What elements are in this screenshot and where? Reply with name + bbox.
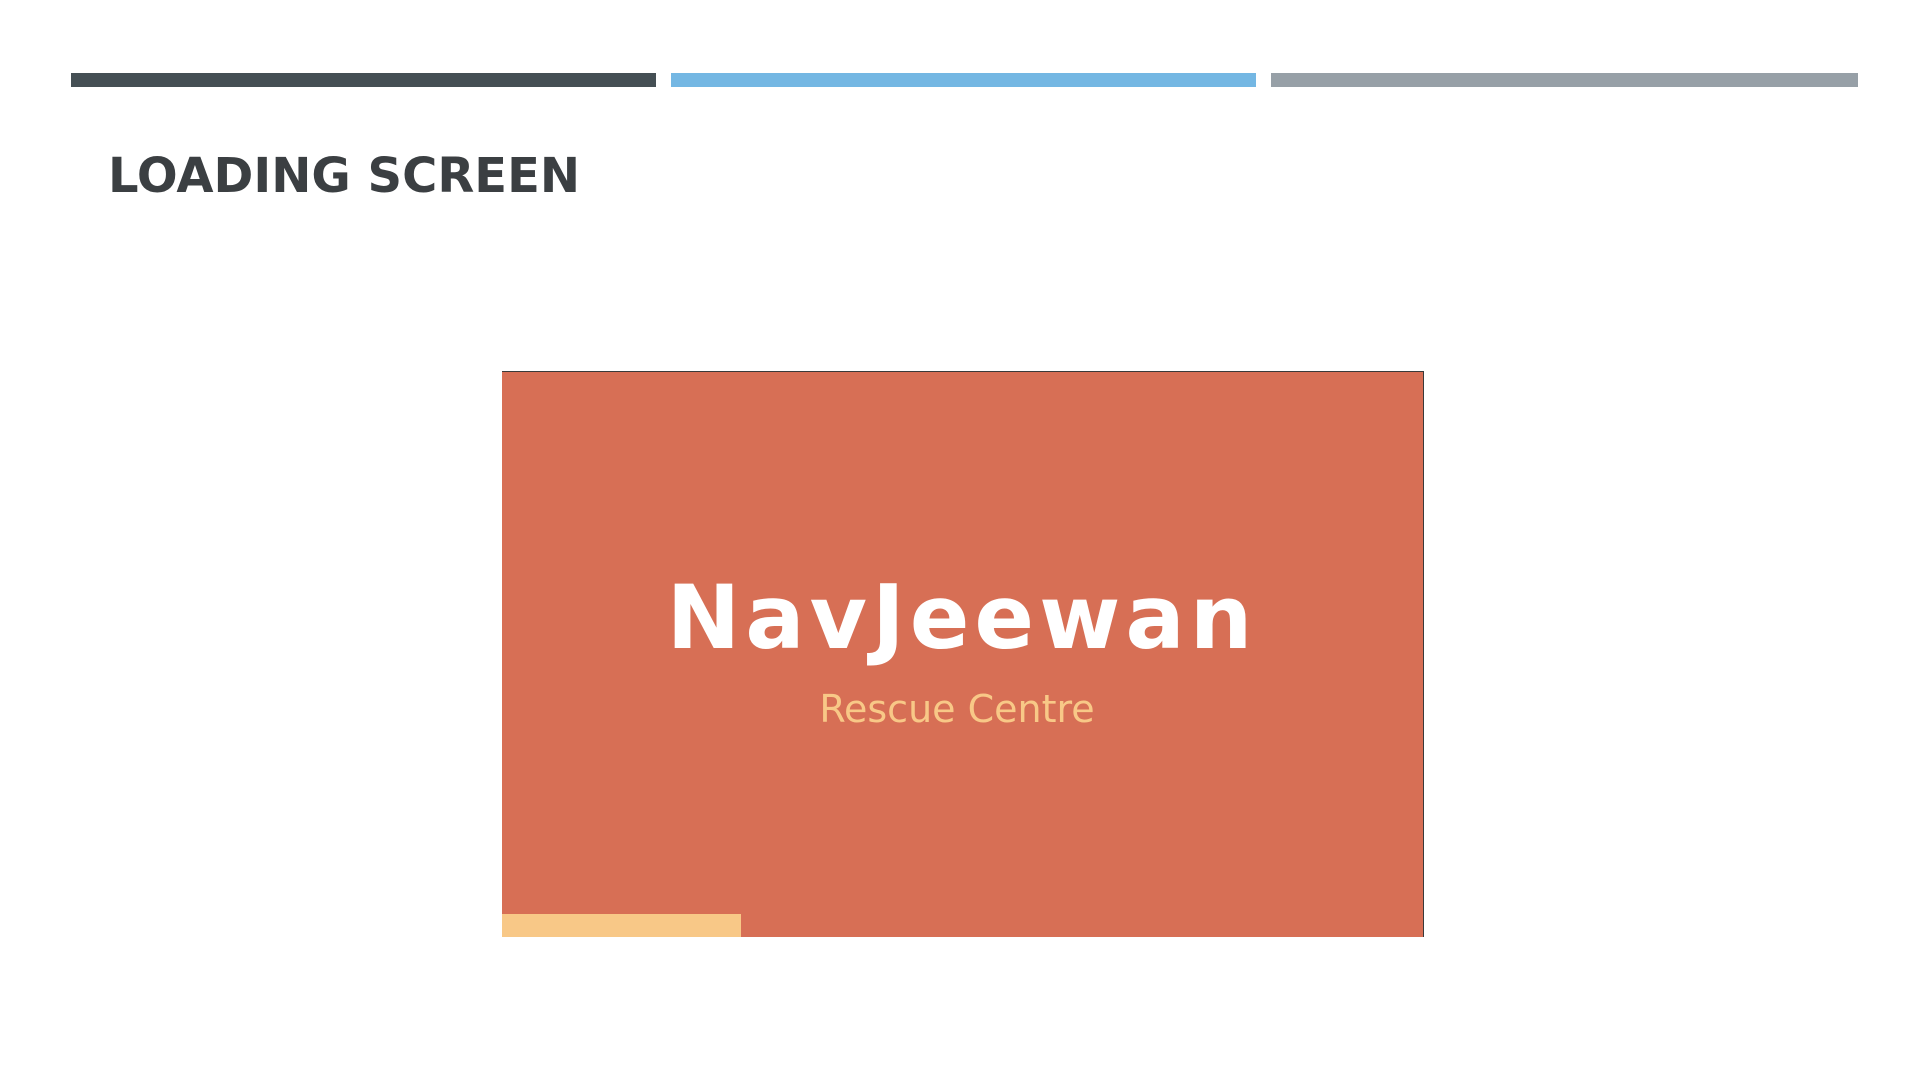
loading-screen-preview: NavJeewan Rescue Centre — [502, 371, 1424, 937]
app-name: NavJeewan — [666, 566, 1258, 669]
loading-progress-bar — [502, 914, 1423, 937]
loading-progress-fill — [502, 914, 742, 937]
accent-bar-blue — [671, 73, 1256, 87]
slide-title: LOADING SCREEN — [108, 148, 581, 204]
accent-bar-dark — [71, 73, 656, 87]
accent-bar-gray — [1271, 73, 1858, 87]
app-subtitle: Rescue Centre — [819, 687, 1095, 731]
